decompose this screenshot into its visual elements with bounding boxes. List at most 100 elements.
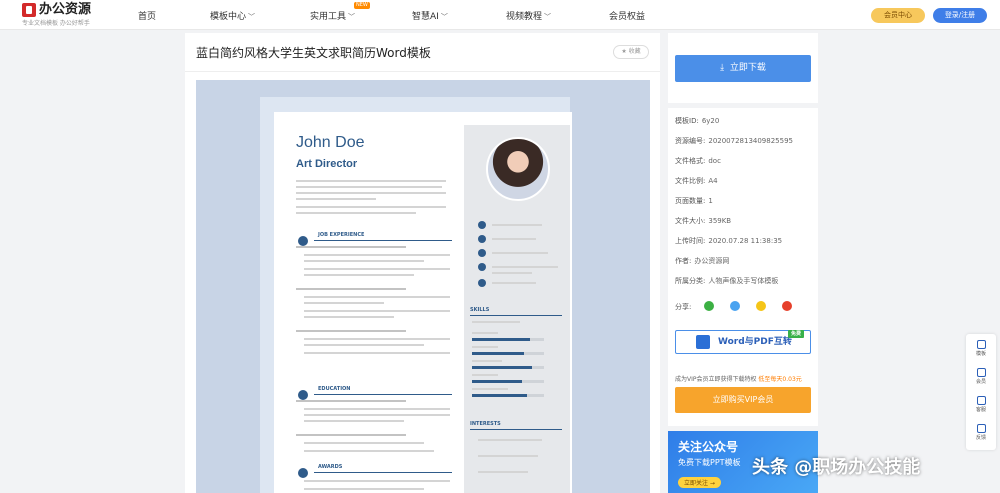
skill-bar (472, 394, 544, 397)
award-icon (298, 468, 308, 478)
section-heading-awards: AWARDS (318, 464, 343, 470)
nav-templates[interactable]: 模板中心 ﹀ (210, 9, 255, 22)
logo-text: 办公资源 (39, 2, 92, 17)
job-line (304, 310, 450, 312)
contact-line (492, 272, 532, 274)
skill-label (472, 388, 508, 390)
wechat-icon[interactable] (704, 301, 714, 311)
section-rule (470, 429, 562, 430)
download-card: ⤓ 立即下载 (668, 33, 818, 103)
section-rule (314, 240, 452, 241)
template-icon (976, 340, 986, 349)
logo-icon (22, 3, 36, 17)
banner-title: 关注公众号 (678, 440, 739, 454)
summary-line (296, 180, 446, 182)
share-label: 分享: (675, 303, 692, 311)
floating-toolbar: 模板 会员 客服 反馈 (966, 334, 996, 450)
resume-role: Art Director (296, 158, 358, 170)
skill-label (472, 374, 498, 376)
job-line (296, 330, 406, 332)
word-pdf-convert-button[interactable]: Word与PDF互转 免费 (675, 330, 811, 354)
job-line (304, 260, 424, 262)
login-button[interactable]: 登录/注册 (933, 8, 987, 23)
chevron-down-icon: ﹀ (248, 13, 256, 21)
crown-icon (976, 368, 986, 377)
summary-line (296, 198, 376, 200)
resume-name: John Doe (296, 134, 365, 151)
nav-video[interactable]: 视频教程 ﹀ (506, 9, 551, 22)
banner-button[interactable]: 立即关注 → (678, 477, 721, 488)
skill-bar-fill (472, 338, 530, 341)
favorite-button[interactable]: ★ 收藏 (613, 45, 649, 59)
qzone-icon[interactable] (756, 301, 766, 311)
float-vip[interactable]: 会员 (966, 368, 996, 385)
divider (185, 71, 660, 72)
page-title: 蓝白简约风格大学生英文求职简历Word模板 (196, 46, 431, 60)
section-rule (314, 472, 452, 473)
vip-center-button[interactable]: 会员中心 (871, 8, 925, 23)
skill-line (472, 321, 520, 323)
file-info-card: 模板ID: 6y20 资源编号: 2020072813409825595 文件格式:… (668, 108, 818, 324)
bell-icon (976, 424, 986, 433)
promo-card: Word与PDF互转 免费 成为VIP会员立即获得下载特权 低至每天0.03元 … (668, 324, 818, 426)
job-line (304, 268, 450, 270)
top-navigation: 办公资源 专业文档模板 办公好帮手 首页 模板中心 ﹀ 实用工具 ﹀ NEW 智慧A… (0, 0, 1000, 30)
download-button[interactable]: ⤓ 立即下载 (675, 55, 811, 82)
chevron-down-icon: ﹀ (348, 13, 356, 21)
info-row: 模板ID: 6y20 (675, 117, 720, 125)
contact-line (492, 252, 548, 254)
float-service[interactable]: 客服 (966, 396, 996, 413)
chevron-down-icon: ﹀ (544, 13, 552, 21)
qq-icon[interactable] (730, 301, 740, 311)
skill-bar-fill (472, 352, 524, 355)
weibo-icon[interactable] (782, 301, 792, 311)
headset-icon (976, 396, 986, 405)
new-badge: NEW (354, 2, 370, 9)
contact-line (492, 282, 536, 284)
award-line (304, 480, 450, 482)
nav-vip-benefits[interactable]: 会员权益 (609, 9, 645, 22)
edu-line (304, 450, 434, 452)
nav-ai[interactable]: 智慧AI ﹀ (412, 9, 448, 22)
info-row: 资源编号: 2020072813409825595 (675, 137, 793, 145)
site-logo[interactable]: 办公资源 (22, 3, 91, 17)
edu-line (296, 434, 406, 436)
pdf-icon (696, 335, 710, 349)
promo-text: 成为VIP会员立即获得下载特权 低至每天0.03元 (675, 376, 802, 383)
job-line (296, 246, 406, 248)
skill-bar-fill (472, 380, 522, 383)
contact-line (492, 266, 558, 268)
skill-bar (472, 366, 544, 369)
logo-subtitle: 专业文档模板 办公好帮手 (22, 20, 90, 27)
skill-label (472, 332, 498, 334)
nav-home[interactable]: 首页 (138, 9, 156, 22)
edu-line (304, 442, 424, 444)
summary-line (296, 186, 442, 188)
job-line (304, 296, 450, 298)
interest-line (478, 439, 542, 441)
job-line (304, 338, 450, 340)
contact-line (492, 224, 542, 226)
section-heading-experience: JOB EXPERIENCE (318, 232, 365, 238)
user-icon (478, 221, 486, 229)
info-row: 作者: 办公资源网 (675, 257, 730, 265)
section-rule (314, 394, 452, 395)
summary-line (296, 212, 416, 214)
nav-tools[interactable]: 实用工具 ﹀ (310, 9, 355, 22)
summary-line (296, 192, 446, 194)
section-rule (470, 315, 562, 316)
buy-vip-button[interactable]: 立即购买VIP会员 (675, 387, 811, 413)
banner-subtitle: 免费下载PPT模板 (678, 458, 741, 467)
edu-line (304, 414, 450, 416)
download-icon: ⤓ (720, 63, 725, 73)
template-preview: John Doe Art Director JOB EXPERIENCE EDU… (196, 80, 650, 493)
skill-bar-fill (472, 366, 532, 369)
summary-line (296, 206, 446, 208)
job-line (304, 316, 394, 318)
document-card: 蓝白简约风格大学生英文求职简历Word模板 ★ 收藏 John Doe Art … (185, 33, 660, 493)
info-row: 上传时间: 2020.07.28 11:38:35 (675, 237, 783, 245)
edu-line (304, 420, 404, 422)
float-templates[interactable]: 模板 (966, 340, 996, 357)
float-feedback[interactable]: 反馈 (966, 424, 996, 441)
contact-line (492, 238, 536, 240)
